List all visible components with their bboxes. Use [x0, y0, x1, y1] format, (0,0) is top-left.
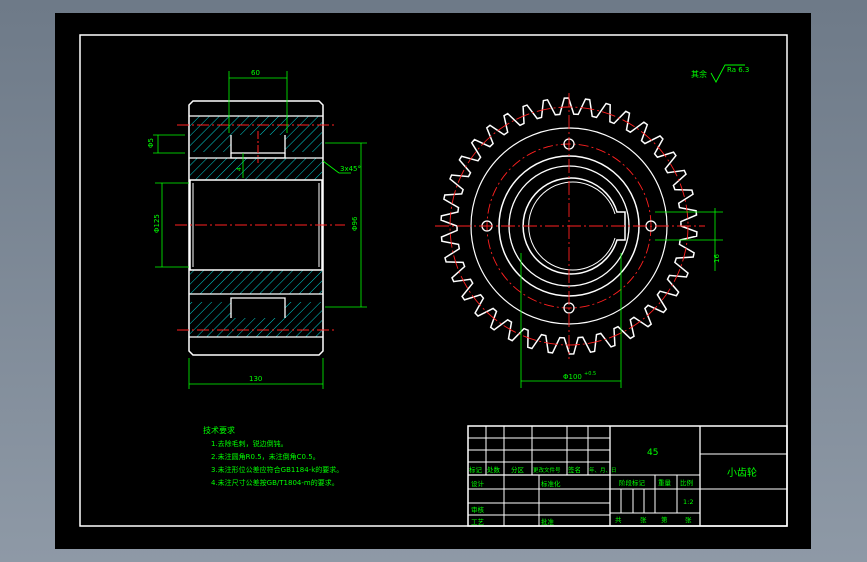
roughness-value: Ra 6.3 — [727, 66, 749, 74]
dim-rib: 4 — [236, 167, 243, 171]
dim-left-small: Φ5 — [147, 138, 155, 148]
tb-date: 年、月、日 — [589, 466, 617, 474]
tb-review: 审核 — [471, 505, 485, 514]
tb-scale-label: 比例 — [680, 478, 693, 487]
tech-item-2: 2.未注圆角R0.5，未注倒角C0.5。 — [211, 452, 320, 461]
tb-standardize: 标准化 — [541, 479, 561, 488]
tech-item-4: 4.未注尺寸公差按GB/T1804-m的要求。 — [211, 478, 339, 487]
tb-zone: 分区 — [511, 465, 525, 474]
cad-window: 60 130 Φ5 Φ125 Φ96 3x45° 4 Φ100 +0.5 16 … — [0, 0, 867, 562]
tb-weight: 重量 — [658, 479, 672, 487]
tb-sign: 签名 — [568, 465, 581, 474]
tech-requirements: 技术要求 1.去除毛刺，锐边倒钝。 2.未注圆角R0.5，未注倒角C0.5。 3… — [203, 425, 343, 487]
tech-item-1: 1.去除毛刺，锐边倒钝。 — [211, 439, 288, 448]
roughness-prefix: 其余 — [691, 69, 707, 79]
tb-material: 45 — [647, 448, 658, 458]
dim-keyway: 16 — [713, 254, 721, 263]
tb-mark: 标记 — [469, 465, 483, 474]
tech-item-3: 3.未注形位公差应符合GB1184-k的要求。 — [211, 465, 343, 474]
gear-front-view — [435, 93, 705, 359]
dim-bore-tol: +0.5 — [584, 371, 596, 377]
tb-sheet-word2: 张 — [685, 515, 692, 524]
tb-process: 工艺 — [471, 518, 485, 526]
tb-designer: 设计 — [471, 479, 485, 488]
tb-sheet-word: 张 — [640, 515, 647, 524]
drawing-canvas: 60 130 Φ5 Φ125 Φ96 3x45° 4 Φ100 +0.5 16 … — [79, 34, 788, 527]
drawing-sheet: 60 130 Φ5 Φ125 Φ96 3x45° 4 Φ100 +0.5 16 … — [55, 13, 811, 549]
dim-bore-bottom: Φ100 — [563, 373, 582, 381]
tb-count: 处数 — [487, 465, 501, 474]
dim-top-width: 60 — [251, 69, 260, 77]
tech-heading: 技术要求 — [203, 425, 235, 435]
tb-scale: 1:2 — [683, 498, 693, 506]
dim-face-width: 130 — [249, 375, 262, 383]
tb-total: 共 — [615, 515, 622, 524]
dim-bore-left: Φ125 — [153, 214, 161, 233]
title-block-texts: 标记 处数 分区 更改文件号 签名 年、月、日 设计 标准化 审核 工艺 批准 … — [469, 448, 757, 526]
roughness-note: 其余 Ra 6.3 — [691, 64, 749, 83]
tb-change-doc: 更改文件号 — [533, 466, 561, 474]
tb-sheet-no: 第 — [661, 515, 668, 524]
gear-dimensions — [520, 208, 723, 388]
tb-stage-mark: 阶段标记 — [619, 478, 646, 487]
inner-frame — [79, 34, 788, 527]
dim-bore-right: Φ96 — [351, 216, 359, 231]
gear-dim-texts: Φ100 +0.5 16 — [563, 254, 721, 381]
section-view — [175, 100, 345, 356]
tb-title: 小齿轮 — [727, 466, 757, 479]
dim-chamfer: 3x45° — [340, 165, 361, 173]
tb-approve: 批准 — [541, 517, 555, 526]
